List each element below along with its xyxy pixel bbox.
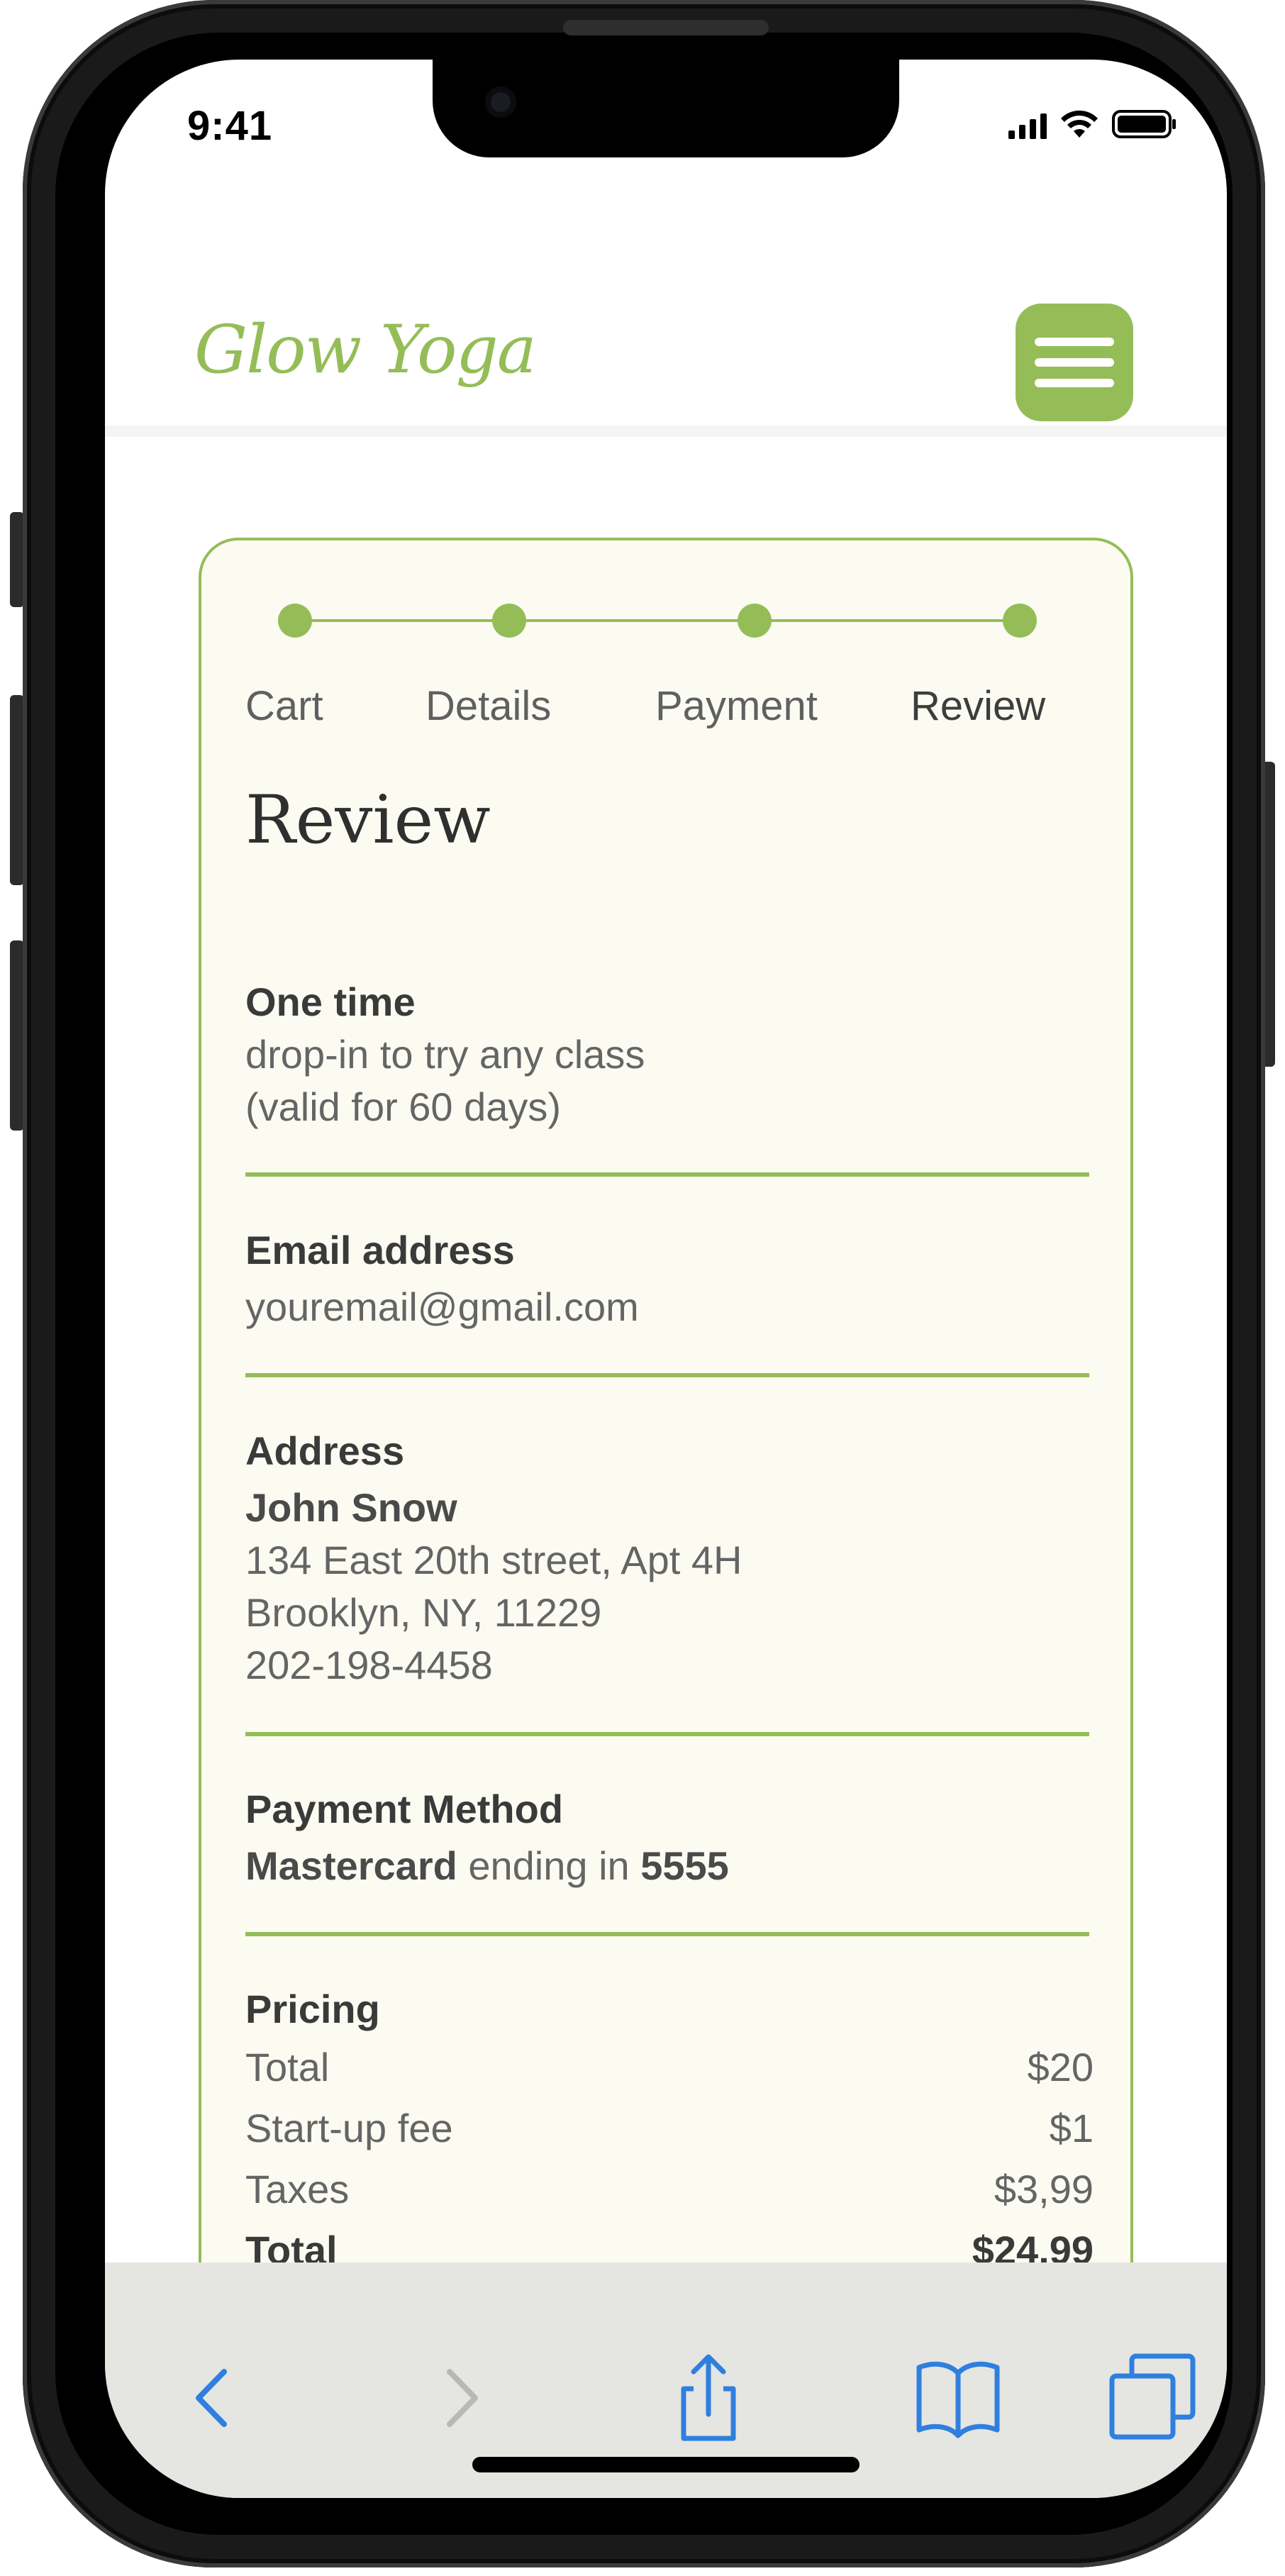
volume-down-button (10, 940, 24, 1131)
product-section: One time drop-in to try any class (valid… (245, 976, 1096, 1133)
step-label-review[interactable]: Review (911, 682, 1045, 730)
home-indicator[interactable] (472, 2457, 860, 2472)
product-title: One time (245, 979, 416, 1024)
bookmarks-icon[interactable] (912, 2352, 1004, 2444)
step-label-cart[interactable]: Cart (245, 682, 323, 730)
hamburger-menu-icon[interactable] (1016, 304, 1133, 421)
forward-icon[interactable] (413, 2352, 505, 2444)
price-row-startup-fee: Start-up fee $1 (245, 2098, 1094, 2159)
price-label: Taxes (245, 2167, 350, 2211)
battery-icon (1112, 110, 1176, 138)
card-last4: 5555 (640, 1843, 729, 1888)
payment-summary: Mastercard ending in 5555 (245, 1840, 1096, 1892)
phone-frame: 9:41 Glow Yoga Cart Details Payment Revi… (23, 0, 1265, 2567)
step-dot-details[interactable] (492, 604, 526, 638)
price-label: Start-up fee (245, 2106, 453, 2150)
phone-screen: 9:41 Glow Yoga Cart Details Payment Revi… (105, 60, 1227, 2498)
card-brand: Mastercard (245, 1843, 457, 1888)
site-header: Glow Yoga (105, 230, 1227, 437)
address-phone: 202-198-4458 (245, 1643, 493, 1687)
product-description-line1: drop-in to try any class (245, 1032, 645, 1077)
step-label-details[interactable]: Details (425, 682, 551, 730)
earpiece-speaker (563, 20, 769, 35)
address-name: John Snow (245, 1485, 457, 1530)
stepper-track (295, 619, 1020, 622)
address-street: 134 East 20th street, Apt 4H (245, 1538, 742, 1582)
price-label: Total (245, 2045, 330, 2089)
price-value: $1 (1049, 2106, 1094, 2150)
pricing-heading: Pricing (245, 1987, 380, 2031)
brand-logo[interactable]: Glow Yoga (194, 311, 537, 389)
price-value: $20 (1027, 2045, 1094, 2089)
share-icon[interactable] (662, 2352, 755, 2444)
page-title: Review (245, 782, 491, 859)
payment-heading: Payment Method (245, 1787, 564, 1831)
camera-notch (433, 60, 899, 157)
email-value: youremail@gmail.com (245, 1284, 639, 1329)
email-section: Email address youremail@gmail.com (245, 1224, 1096, 1333)
product-description-line2: (valid for 60 days) (245, 1084, 562, 1129)
price-row-taxes: Taxes $3,99 (245, 2159, 1094, 2220)
tabs-icon[interactable] (1106, 2352, 1198, 2444)
back-icon[interactable] (169, 2352, 261, 2444)
card-ending-text: ending in (457, 1843, 641, 1888)
step-label-payment[interactable]: Payment (655, 682, 818, 730)
address-heading: Address (245, 1428, 405, 1473)
price-value: $3,99 (994, 2167, 1094, 2211)
pricing-section: Pricing Total $20 Start-up fee $1 Taxes … (245, 1983, 1094, 2281)
status-time: 9:41 (187, 103, 273, 149)
step-dot-cart[interactable] (278, 604, 312, 638)
cellular-signal-icon (1008, 113, 1047, 139)
step-dot-payment[interactable] (738, 604, 772, 638)
mute-switch (10, 512, 24, 607)
volume-up-button (10, 695, 24, 885)
section-divider (245, 1373, 1089, 1377)
address-section: Address John Snow 134 East 20th street, … (245, 1425, 1096, 1692)
step-dot-review[interactable] (1003, 604, 1037, 638)
status-icons (1008, 108, 1177, 139)
section-divider (245, 1732, 1089, 1736)
price-row-total: Total $20 (245, 2037, 1094, 2098)
wifi-icon (1061, 110, 1098, 138)
address-city: Brooklyn, NY, 11229 (245, 1590, 602, 1635)
review-card: Cart Details Payment Review Review One t… (199, 538, 1133, 2498)
section-divider (245, 1932, 1089, 1936)
payment-section: Payment Method Mastercard ending in 5555 (245, 1783, 1096, 1892)
email-heading: Email address (245, 1228, 515, 1272)
section-divider (245, 1172, 1089, 1177)
